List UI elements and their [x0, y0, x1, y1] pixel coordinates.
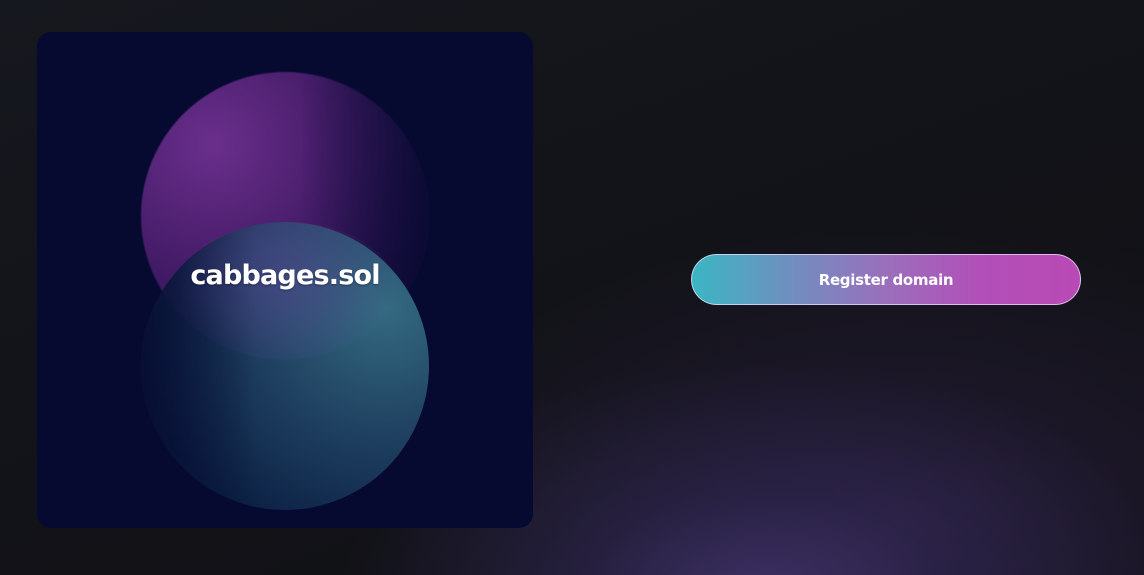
domain-name-label: cabbages.sol — [190, 260, 380, 291]
register-domain-button[interactable]: Register domain — [691, 254, 1081, 305]
orb-overlap-glow — [177, 222, 397, 362]
domain-preview-card: cabbages.sol — [37, 32, 533, 528]
